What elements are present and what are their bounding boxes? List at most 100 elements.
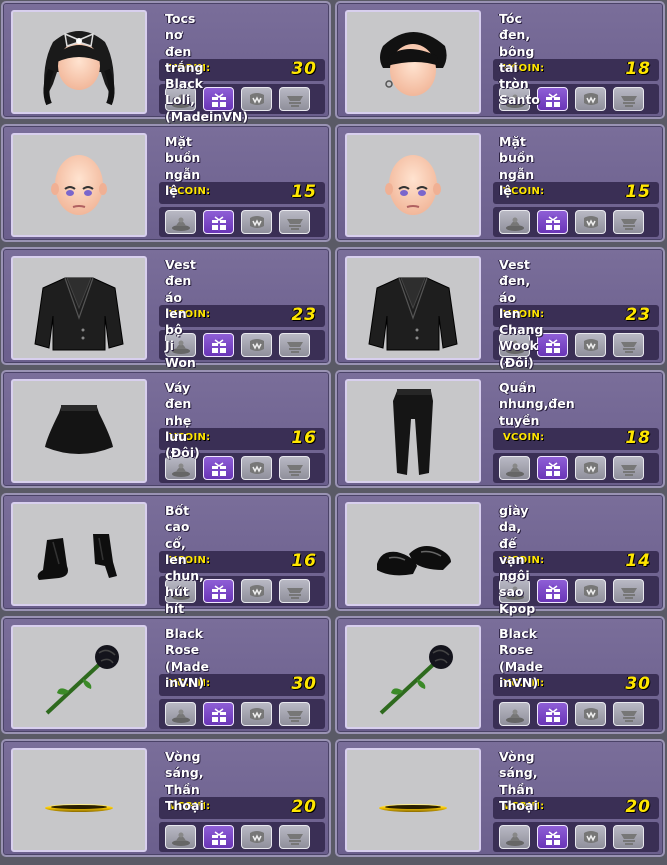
shop-item-card[interactable]: Vòng sáng, Thần Thoại VCOIN: 20: [1, 739, 331, 857]
cart-button[interactable]: [279, 579, 310, 603]
item-actions: [493, 822, 659, 852]
shop-item-card[interactable]: Quần nhung,đen tuyền VCOIN: 18: [335, 370, 665, 488]
cart-button[interactable]: [613, 456, 644, 480]
try-on-button[interactable]: [165, 333, 196, 357]
gift-button[interactable]: [203, 702, 234, 726]
try-on-button[interactable]: [165, 825, 196, 849]
item-thumbnail[interactable]: [345, 379, 481, 483]
shop-item-card[interactable]: Vest đen áo len bộ Ji Won VCOIN: 23: [1, 247, 331, 370]
shop-item-card[interactable]: giày da, đế vạn ngôi sao Kpop VCOIN: 14: [335, 493, 665, 616]
gift-icon: [546, 831, 560, 846]
wish-icon: [584, 585, 598, 597]
shop-item-card[interactable]: Bốt cao cổ, len chun, hút hít VCOIN: 16: [1, 493, 331, 616]
item-price: 30: [291, 674, 317, 694]
item-thumbnail[interactable]: [345, 10, 481, 114]
shop-item-card[interactable]: Mặt buồn ngẫn lệ VCOIN: 15: [335, 124, 665, 242]
item-thumbnail[interactable]: [11, 133, 147, 237]
item-thumbnail[interactable]: [345, 256, 481, 360]
try-on-button[interactable]: [499, 210, 530, 234]
gift-button[interactable]: [203, 87, 234, 111]
gift-button[interactable]: [537, 456, 568, 480]
wishlist-button[interactable]: [575, 579, 606, 603]
cart-button[interactable]: [613, 210, 644, 234]
shop-item-card[interactable]: Tocs nơ đen trắng Black Loli,(MadeinVN) …: [1, 1, 331, 124]
cart-button[interactable]: [613, 825, 644, 849]
cart-button[interactable]: [279, 87, 310, 111]
cart-button[interactable]: [279, 825, 310, 849]
wishlist-button[interactable]: [241, 210, 272, 234]
wishlist-button[interactable]: [575, 87, 606, 111]
shop-item-card[interactable]: Vest đen, áo len Chang Wook (Đôi) VCOIN:…: [335, 247, 665, 370]
wishlist-button[interactable]: [575, 825, 606, 849]
cart-icon: [287, 219, 303, 230]
cart-button[interactable]: [613, 579, 644, 603]
shop-item-card[interactable]: Black Rose (Made inVN) VCOIN: 30: [1, 616, 331, 734]
item-thumbnail[interactable]: [11, 748, 147, 852]
currency-label: VCOIN:: [503, 63, 545, 74]
wishlist-button[interactable]: [575, 456, 606, 480]
gift-button[interactable]: [203, 456, 234, 480]
item-thumbnail[interactable]: [345, 133, 481, 237]
try-on-button[interactable]: [499, 87, 530, 111]
wishlist-button[interactable]: [241, 333, 272, 357]
gift-button[interactable]: [203, 333, 234, 357]
price-bar: VCOIN: 16: [159, 428, 325, 450]
gift-icon: [212, 708, 226, 723]
gift-button[interactable]: [537, 825, 568, 849]
gift-button[interactable]: [537, 702, 568, 726]
item-price: 20: [291, 797, 317, 817]
cart-button[interactable]: [279, 210, 310, 234]
try-on-button[interactable]: [165, 579, 196, 603]
shop-item-card[interactable]: Black Rose (Made inVN) VCOIN: 30: [335, 616, 665, 734]
item-thumbnail[interactable]: [11, 625, 147, 729]
try-on-button[interactable]: [165, 456, 196, 480]
wishlist-button[interactable]: [575, 702, 606, 726]
try-on-button[interactable]: [499, 579, 530, 603]
item-thumbnail[interactable]: [11, 379, 147, 483]
item-thumbnail[interactable]: [345, 748, 481, 852]
gift-button[interactable]: [537, 210, 568, 234]
cart-button[interactable]: [279, 456, 310, 480]
shop-item-card[interactable]: Váy đen nhẹ lưu (Đôi) VCOIN: 16: [1, 370, 331, 488]
gift-button[interactable]: [537, 333, 568, 357]
item-price: 23: [625, 305, 651, 325]
cart-button[interactable]: [613, 333, 644, 357]
wishlist-button[interactable]: [241, 825, 272, 849]
wishlist-button[interactable]: [241, 702, 272, 726]
item-thumbnail[interactable]: [11, 256, 147, 360]
try-on-button[interactable]: [499, 702, 530, 726]
item-price: 30: [291, 59, 317, 79]
gift-button[interactable]: [537, 579, 568, 603]
item-thumbnail[interactable]: [11, 502, 147, 606]
shop-item-card[interactable]: Mặt buồn ngẫn lệ VCOIN: 15: [1, 124, 331, 242]
try-on-button[interactable]: [499, 825, 530, 849]
wishlist-button[interactable]: [241, 87, 272, 111]
wishlist-button[interactable]: [575, 210, 606, 234]
shop-item-card[interactable]: Tóc đen, bông tai tròn Santo VCOIN: 18: [335, 1, 665, 119]
wish-icon: [584, 462, 598, 474]
try-on-button[interactable]: [499, 333, 530, 357]
gift-button[interactable]: [203, 210, 234, 234]
item-price: 30: [625, 674, 651, 694]
try-on-button[interactable]: [499, 456, 530, 480]
cart-button[interactable]: [279, 333, 310, 357]
cart-button[interactable]: [613, 87, 644, 111]
cart-icon: [621, 465, 637, 476]
item-thumbnail[interactable]: [345, 502, 481, 606]
wish-icon: [250, 339, 264, 351]
gift-button[interactable]: [203, 825, 234, 849]
wishlist-button[interactable]: [241, 456, 272, 480]
item-thumbnail[interactable]: [11, 10, 147, 114]
item-thumbnail[interactable]: [345, 625, 481, 729]
try-on-button[interactable]: [165, 210, 196, 234]
wishlist-button[interactable]: [575, 333, 606, 357]
gift-button[interactable]: [537, 87, 568, 111]
cart-button[interactable]: [613, 702, 644, 726]
try-on-button[interactable]: [165, 702, 196, 726]
cart-button[interactable]: [279, 702, 310, 726]
gift-button[interactable]: [203, 579, 234, 603]
wishlist-button[interactable]: [241, 579, 272, 603]
price-bar: VCOIN: 15: [493, 182, 659, 204]
shop-item-card[interactable]: Vòng sáng, Thần Thoại VCOIN: 20: [335, 739, 665, 857]
try-on-button[interactable]: [165, 87, 196, 111]
